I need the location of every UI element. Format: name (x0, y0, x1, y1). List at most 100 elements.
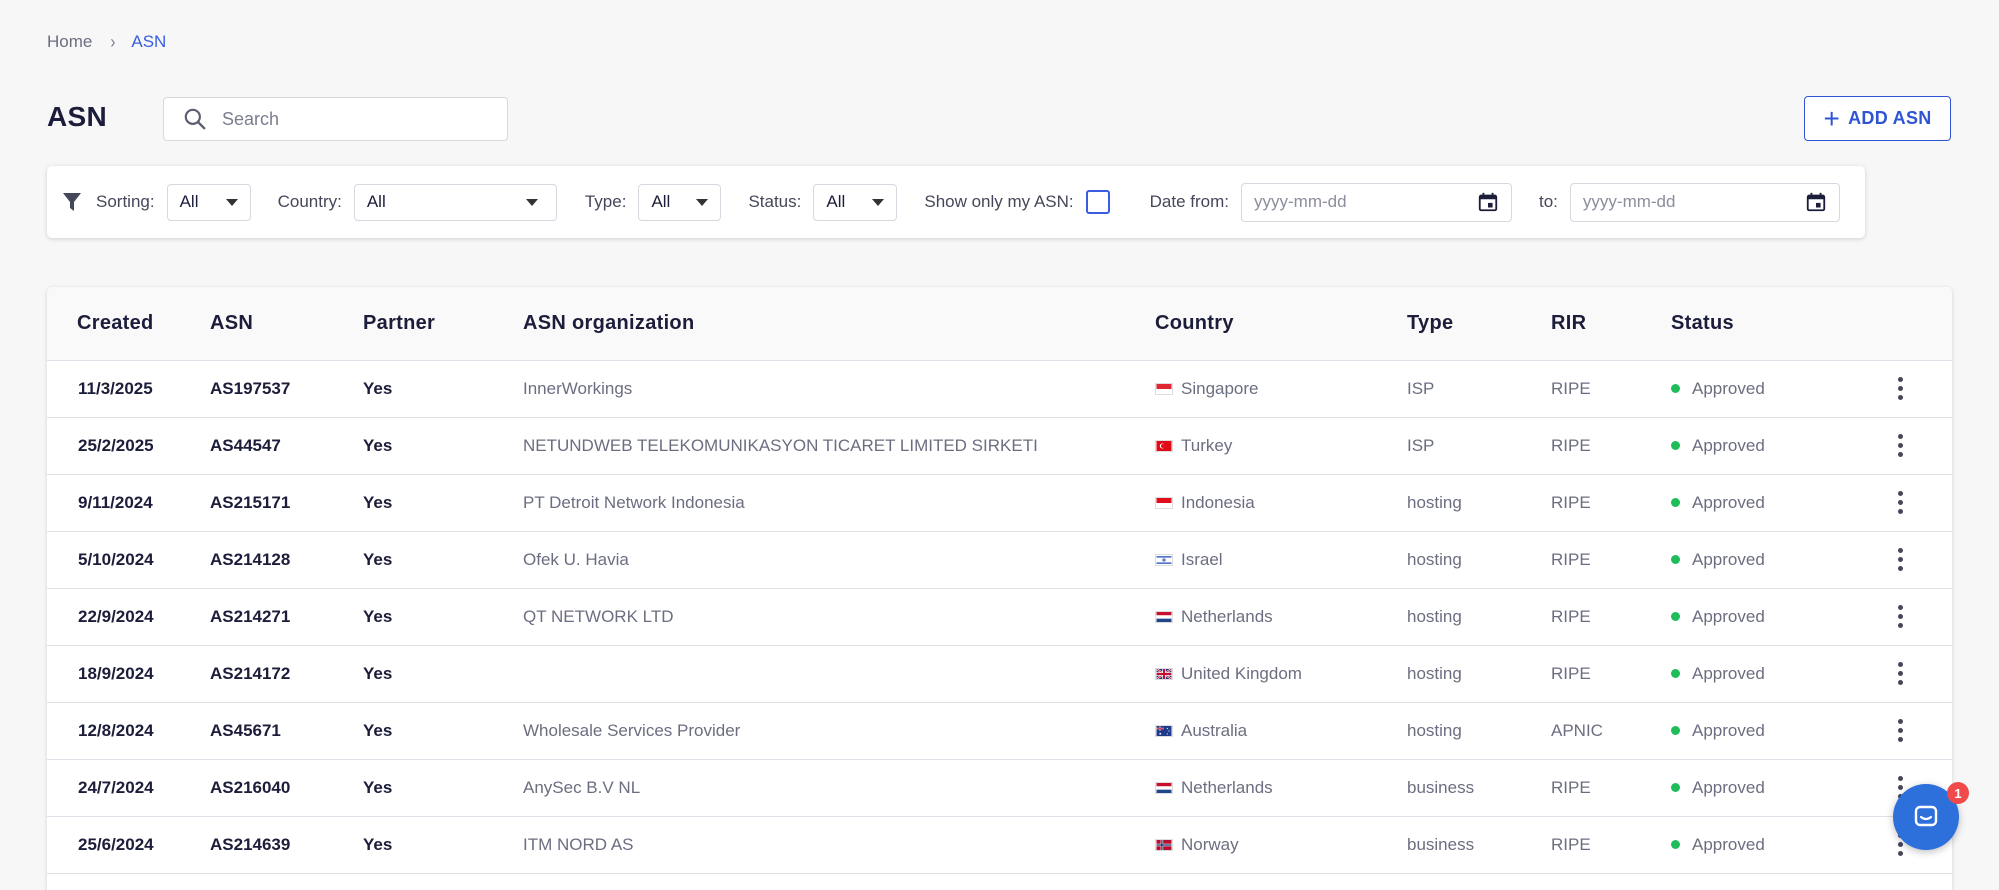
table-row[interactable]: 24/7/2024 AS216040 Yes AnySec B.V NL Netherl… (47, 759, 1952, 817)
col-asn[interactable]: ASN (210, 287, 363, 361)
netherlands-flag-icon (1155, 610, 1173, 623)
more-vert-icon[interactable] (1882, 545, 1918, 575)
sorting-select[interactable]: All (166, 183, 251, 221)
caret-down-icon (225, 198, 238, 206)
cell-created: 25/2/2025 (47, 417, 210, 475)
type-select[interactable]: All (638, 183, 722, 221)
plus-icon: + (1823, 102, 1841, 134)
cell-country: Indonesia (1155, 474, 1407, 532)
cell-country: United Kingdom (1155, 645, 1407, 703)
cell-status: Approved (1671, 531, 1852, 589)
table-header-row: Created ASN Partner ASN organization Cou… (47, 287, 1952, 361)
cell-status: Approved (1671, 417, 1852, 475)
status-text: Approved (1692, 606, 1765, 626)
col-partner[interactable]: Partner (363, 287, 523, 361)
status-badge: Approved (1671, 550, 1765, 570)
cell-actions (1852, 360, 1952, 418)
status-select[interactable]: All (813, 183, 898, 221)
status-dot-icon (1671, 498, 1680, 508)
search-input[interactable] (222, 108, 492, 130)
status-value: All (826, 192, 846, 211)
filter-bar: Sorting: All Country: All Type: All Stat… (47, 166, 1865, 238)
more-vert-icon[interactable] (1882, 431, 1918, 461)
country-name: Israel (1181, 549, 1223, 569)
cell-type: hosting (1407, 588, 1551, 646)
col-type[interactable]: Type (1407, 287, 1551, 361)
more-vert-icon[interactable] (1882, 374, 1918, 404)
breadcrumb-current: ASN (131, 32, 167, 51)
cell-partner: Yes (363, 816, 523, 874)
cell-rir: RIPE (1551, 645, 1671, 703)
table-row[interactable]: 11/3/2025 AS197537 Yes InnerWorkings Singapo… (47, 360, 1952, 418)
cell-status: Approved (1671, 588, 1852, 646)
cell-partner: Yes (363, 474, 523, 532)
cell-asn: AS214128 (210, 531, 363, 589)
sorting-value: All (179, 192, 199, 211)
country-name: United Kingdom (1181, 663, 1302, 683)
country-name: Netherlands (1181, 777, 1273, 797)
status-badge: Approved (1671, 835, 1765, 855)
table-row[interactable]: 18/9/2024 AS214172 Yes United Kingdom hostin… (47, 645, 1952, 703)
cell-country: Turkey (1155, 417, 1407, 475)
cell-actions (1852, 588, 1952, 646)
cell-org (523, 645, 1155, 703)
cell-created: 12/8/2024 (47, 702, 210, 760)
status-dot-icon (1671, 441, 1680, 451)
col-rir[interactable]: RIR (1551, 287, 1671, 361)
status-text: Approved (1692, 378, 1765, 398)
col-country[interactable]: Country (1155, 287, 1407, 361)
table-body: 11/3/2025 AS197537 Yes InnerWorkings Singapo… (47, 360, 1952, 874)
table-row[interactable]: 22/9/2024 AS214271 Yes QT NETWORK LTD Nether… (47, 588, 1952, 646)
status-dot-icon (1671, 555, 1680, 565)
more-vert-icon[interactable] (1882, 488, 1918, 518)
cell-rir: RIPE (1551, 759, 1671, 817)
table-row[interactable]: 25/6/2024 AS214639 Yes ITM NORD AS Norway bus… (47, 816, 1952, 874)
date-to-input[interactable]: yyyy-mm-dd (1569, 182, 1840, 222)
only-mine-checkbox[interactable] (1085, 190, 1110, 214)
search-box[interactable] (163, 97, 508, 141)
cell-status: Approved (1671, 360, 1852, 418)
more-vert-icon[interactable] (1882, 716, 1918, 746)
cell-asn: AS216040 (210, 759, 363, 817)
more-vert-icon[interactable] (1882, 659, 1918, 689)
cell-org: AnySec B.V NL (523, 759, 1155, 817)
cell-asn: AS215171 (210, 474, 363, 532)
chevron-right-icon: › (110, 31, 116, 53)
uk-flag-icon (1155, 667, 1173, 680)
col-status[interactable]: Status (1671, 287, 1852, 361)
breadcrumb-home-link[interactable]: Home (47, 32, 92, 52)
date-to-placeholder: yyyy-mm-dd (1582, 192, 1676, 211)
calendar-icon[interactable] (1477, 191, 1499, 213)
table-row[interactable]: 25/2/2025 AS44547 Yes NETUNDWEB TELEKOMUNIK… (47, 417, 1952, 475)
cell-rir: RIPE (1551, 360, 1671, 418)
search-icon (184, 108, 206, 130)
date-from-input[interactable]: yyyy-mm-dd (1241, 182, 1512, 222)
status-text: Approved (1692, 777, 1765, 797)
cell-created: 18/9/2024 (47, 645, 210, 703)
add-asn-button[interactable]: + ADD ASN (1804, 96, 1951, 141)
status-text: Approved (1692, 663, 1765, 683)
country-name: Netherlands (1181, 606, 1273, 626)
table-row[interactable]: 9/11/2024 AS215171 Yes PT Detroit Network I… (47, 474, 1952, 532)
cell-created: 25/6/2024 (47, 816, 210, 874)
status-dot-icon (1671, 612, 1680, 622)
col-created[interactable]: Created (47, 287, 210, 361)
status-label: Status: (748, 192, 802, 211)
filter-icon (63, 193, 81, 211)
status-text: Approved (1692, 834, 1765, 854)
status-badge: Approved (1671, 607, 1765, 627)
date-from-label: Date from: (1149, 192, 1229, 211)
cell-country: Israel (1155, 531, 1407, 589)
col-actions (1852, 287, 1952, 361)
more-vert-icon[interactable] (1882, 602, 1918, 632)
table-row[interactable]: 12/8/2024 AS45671 Yes Wholesale Services Pr… (47, 702, 1952, 760)
country-name: Norway (1181, 834, 1239, 854)
col-org[interactable]: ASN organization (523, 287, 1155, 361)
country-select[interactable]: All (353, 183, 557, 221)
cell-actions (1852, 531, 1952, 589)
table-row[interactable]: 5/10/2024 AS214128 Yes Ofek U. Havia Israel h… (47, 531, 1952, 589)
calendar-icon[interactable] (1805, 191, 1827, 213)
cell-org: QT NETWORK LTD (523, 588, 1155, 646)
cell-type: hosting (1407, 531, 1551, 589)
cell-partner: Yes (363, 645, 523, 703)
